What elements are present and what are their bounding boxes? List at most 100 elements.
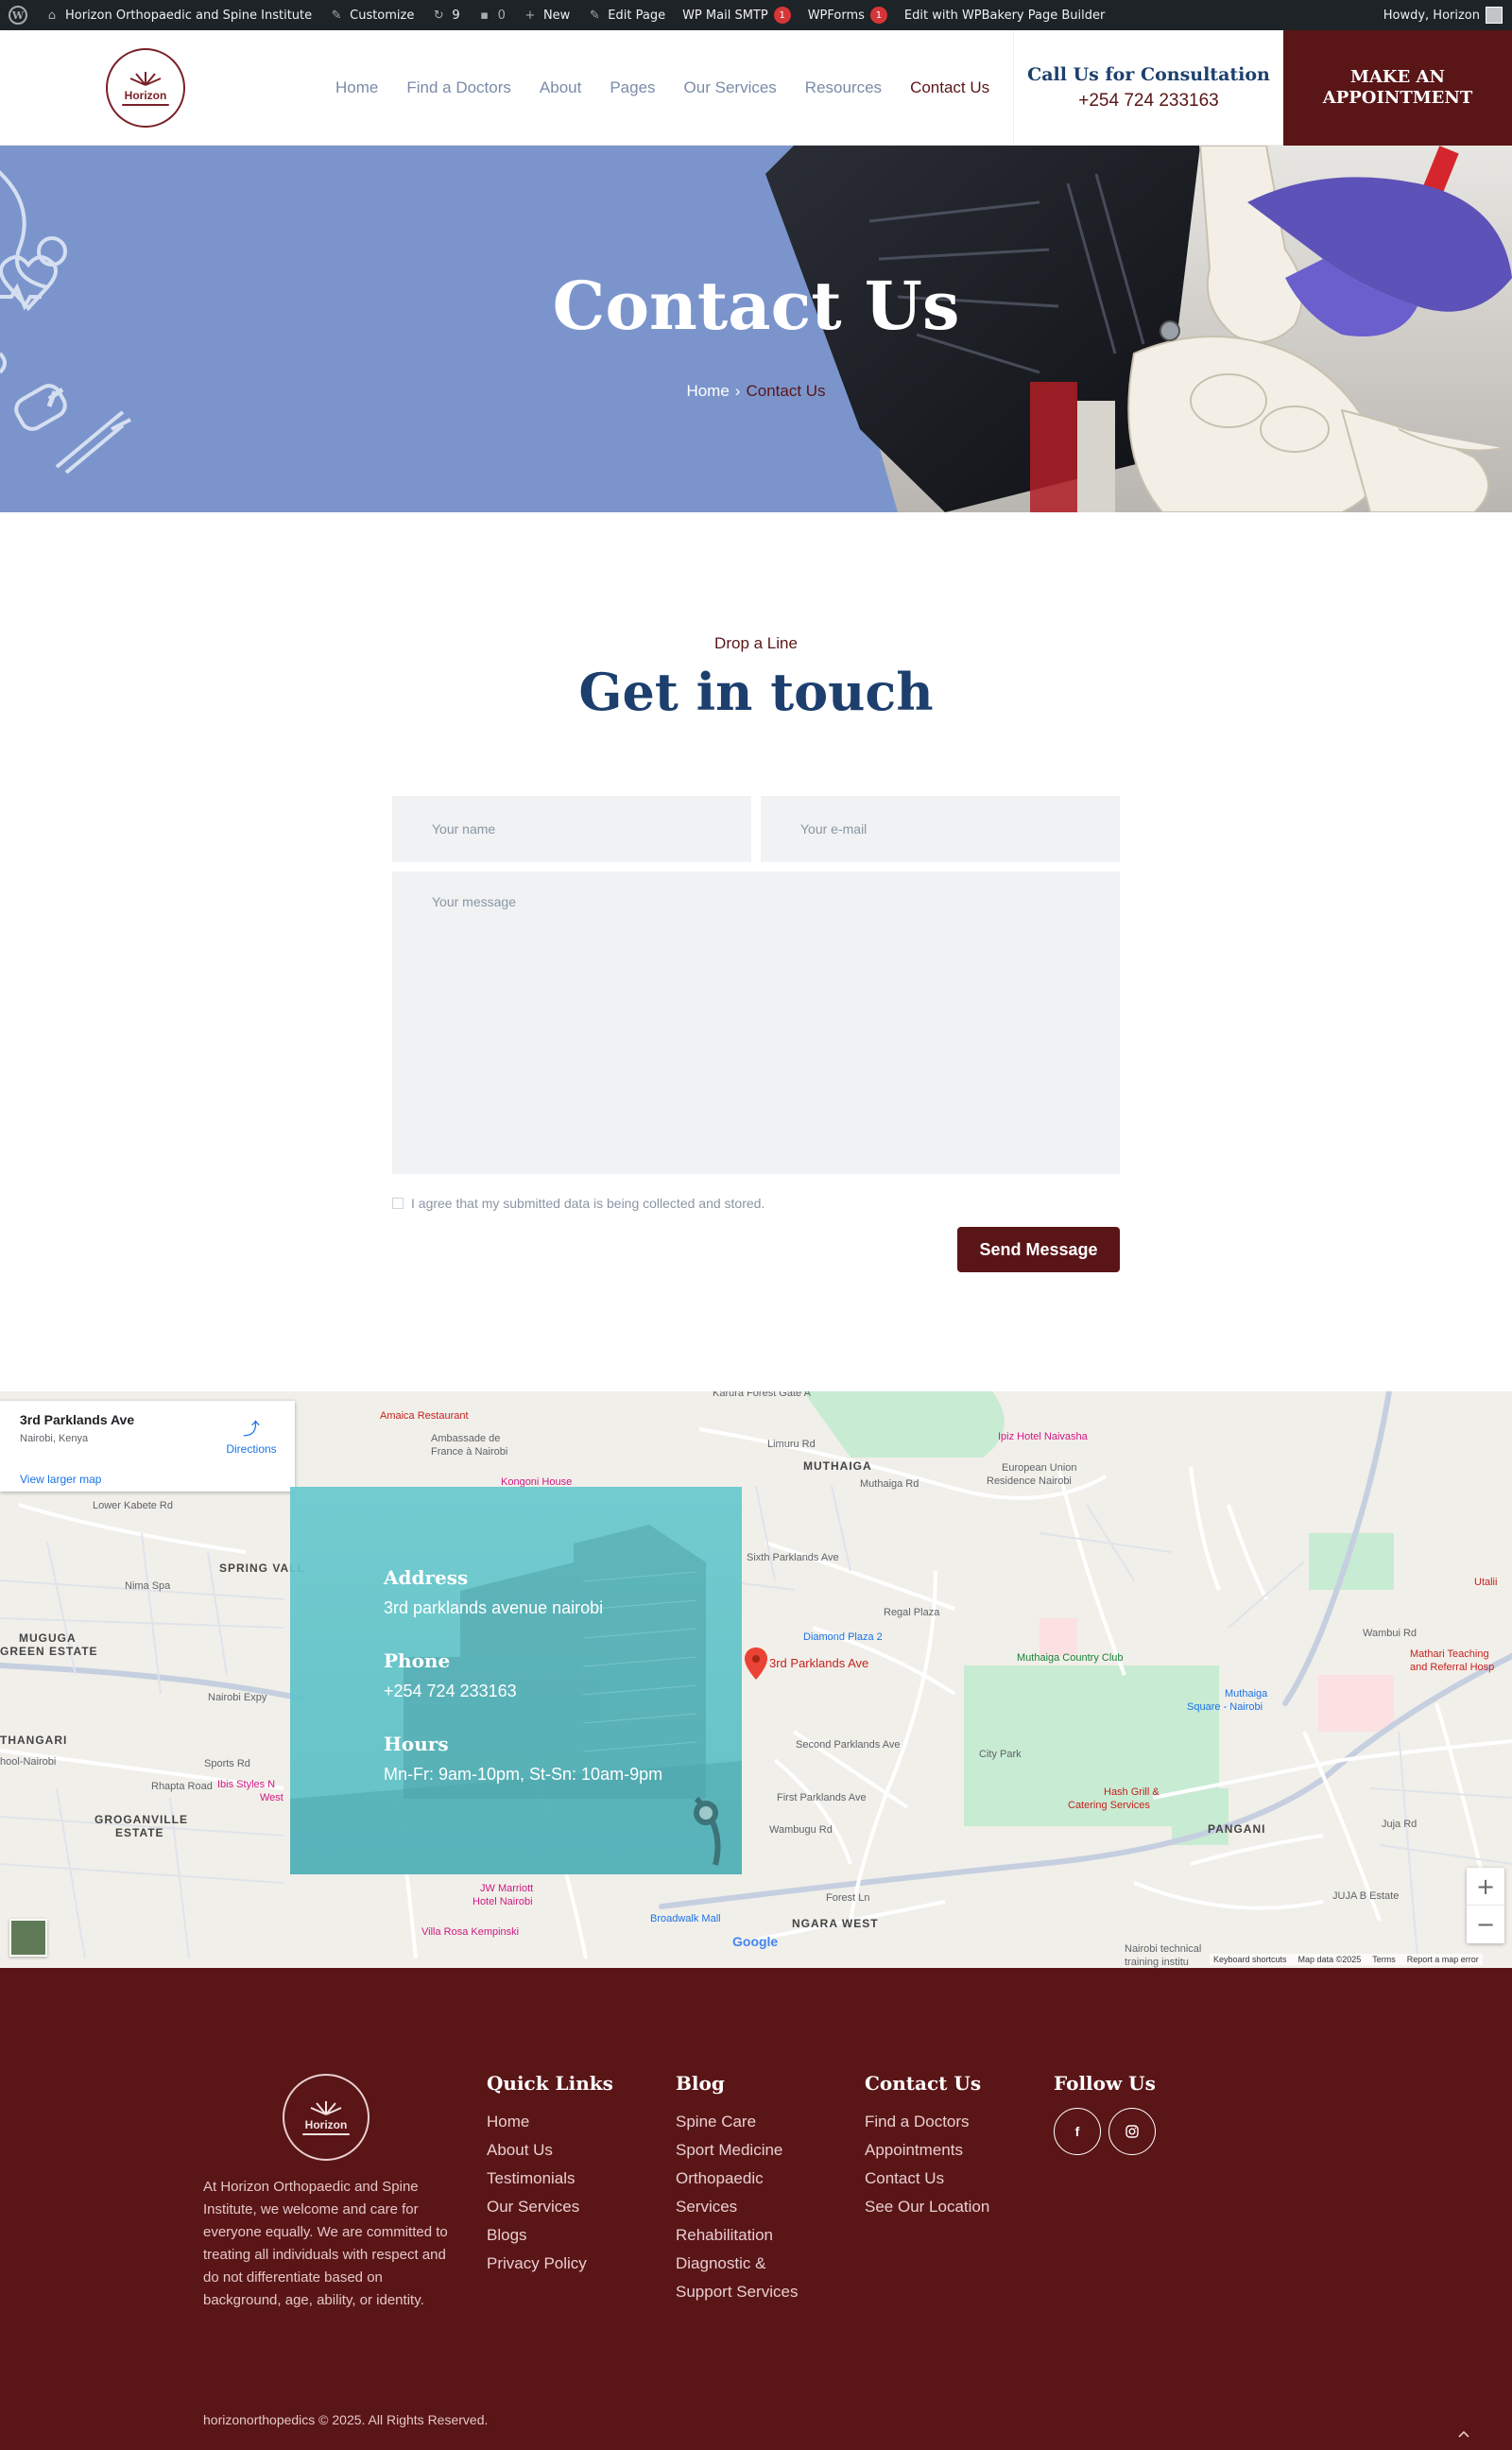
- contact-info-card: Address 3rd parklands avenue nairobi Pho…: [290, 1487, 742, 1874]
- send-message-button[interactable]: Send Message: [957, 1227, 1120, 1272]
- map-road-rhapta: Rhapta Road: [151, 1781, 213, 1792]
- page-hero: Contact Us Home › Contact Us: [0, 146, 1512, 512]
- consent-row: I agree that my submitted data is being …: [392, 1196, 765, 1211]
- zoom-in-button[interactable]: +: [1467, 1868, 1504, 1906]
- map-terms-link[interactable]: Terms: [1372, 1955, 1396, 1964]
- nav-pages[interactable]: Pages: [595, 78, 669, 97]
- name-input[interactable]: [392, 796, 751, 862]
- nav-resources[interactable]: Resources: [791, 78, 896, 97]
- hours-value: Mn-Fr: 9am-10pm, St-Sn: 10am-9pm: [384, 1765, 663, 1784]
- new-content-menu[interactable]: + New: [514, 0, 578, 30]
- message-textarea[interactable]: [392, 871, 1120, 1174]
- breadcrumb-current: Contact Us: [746, 382, 826, 400]
- map-area-thangari: THANGARI: [0, 1734, 68, 1747]
- footer-link-find-doctors[interactable]: Find a Doctors: [865, 2108, 989, 2136]
- footer-link-rehabilitation[interactable]: Rehabilitation: [676, 2221, 817, 2250]
- make-appointment-button[interactable]: MAKE AN APPOINTMENT: [1283, 30, 1512, 146]
- nav-home[interactable]: Home: [321, 78, 392, 97]
- zoom-out-button[interactable]: −: [1467, 1906, 1504, 1943]
- updates-link[interactable]: ↻ 9: [422, 0, 468, 30]
- customize-link[interactable]: ✎ Customize: [320, 0, 422, 30]
- footer-link-orthopaedic-services[interactable]: Orthopaedic Services: [676, 2165, 817, 2221]
- footer-link-testimonials[interactable]: Testimonials: [487, 2165, 613, 2193]
- social-links: f: [1054, 2108, 1156, 2155]
- breadcrumb-home[interactable]: Home: [686, 382, 729, 400]
- map-poi-diamond-plaza: Diamond Plaza 2: [803, 1631, 883, 1643]
- map-poi-muthaiga-square-1: Muthaiga: [1225, 1688, 1268, 1699]
- avatar: [1486, 7, 1503, 24]
- wpbakery-link[interactable]: Edit with WPBakery Page Builder: [896, 0, 1113, 30]
- contact-heading: Contact Us: [865, 2072, 982, 2095]
- site-header: Horizon Home Find a Doctors About Pages …: [0, 30, 1512, 146]
- copyright: horizonorthopedics © 2025. All Rights Re…: [203, 2412, 489, 2427]
- footer-link-sport-medicine[interactable]: Sport Medicine: [676, 2136, 817, 2165]
- facebook-icon[interactable]: f: [1054, 2108, 1101, 2155]
- smtp-menu[interactable]: WP Mail SMTP 1: [674, 0, 799, 30]
- map-poi-jw-marriott-1: JW Marriott: [480, 1883, 534, 1894]
- call-phone-link[interactable]: +254 724 233163: [1078, 91, 1218, 112]
- footer-link-about-us[interactable]: About Us: [487, 2136, 613, 2165]
- view-larger-map-link[interactable]: View larger map: [20, 1473, 101, 1486]
- howdy-label: Howdy, Horizon: [1383, 8, 1480, 23]
- nav-contact-us[interactable]: Contact Us: [896, 78, 1004, 97]
- footer-link-home[interactable]: Home: [487, 2108, 613, 2136]
- map-road-wambugu: Wambugu Rd: [769, 1824, 833, 1836]
- map-road-juja: Juja Rd: [1382, 1819, 1418, 1830]
- footer-link-location[interactable]: See Our Location: [865, 2193, 989, 2221]
- map-area-green-estate: GREEN ESTATE: [0, 1645, 98, 1658]
- report-map-error-link[interactable]: Report a map error: [1407, 1955, 1479, 1964]
- wp-logo-menu[interactable]: W: [0, 0, 36, 30]
- consent-checkbox[interactable]: [392, 1198, 404, 1209]
- new-label: New: [542, 8, 571, 23]
- wpforms-menu[interactable]: WPForms 1: [799, 0, 896, 30]
- map-poi-mathari-2: and Referral Hosp: [1410, 1662, 1495, 1673]
- comments-count: 0: [497, 8, 506, 23]
- footer-link-appointments[interactable]: Appointments: [865, 2136, 989, 2165]
- map-poi-regal-plaza: Regal Plaza: [884, 1607, 940, 1618]
- footer-link-blogs[interactable]: Blogs: [487, 2221, 613, 2250]
- footer-logo[interactable]: Horizon: [283, 2074, 369, 2161]
- wpforms-label: WPForms: [807, 8, 865, 23]
- account-menu[interactable]: Howdy, Horizon: [1383, 0, 1503, 30]
- map-area-groganville-2: ESTATE: [115, 1826, 164, 1839]
- call-box: Call Us for Consultation +254 724 233163: [1013, 30, 1283, 146]
- map-poi-ibis-1: Ibis Styles N: [217, 1779, 276, 1790]
- appointment-line-2: APPOINTMENT: [1322, 88, 1473, 108]
- directions-button[interactable]: ⤴ Directions: [223, 1420, 280, 1456]
- map-satellite-toggle[interactable]: [9, 1919, 47, 1957]
- footer-link-privacy[interactable]: Privacy Policy: [487, 2250, 613, 2278]
- footer-link-our-services[interactable]: Our Services: [487, 2193, 613, 2221]
- updates-icon: ↻: [433, 8, 444, 23]
- site-name-menu[interactable]: ⌂ Horizon Orthopaedic and Spine Institute: [36, 0, 320, 30]
- footer-link-diagnostic[interactable]: Diagnostic & Support Services: [676, 2250, 817, 2306]
- google-map[interactable]: 3rd Parklands Ave Nairobi, Kenya View la…: [0, 1391, 1512, 1968]
- nav-about[interactable]: About: [525, 78, 595, 97]
- edit-page-link[interactable]: ✎ Edit Page: [578, 0, 674, 30]
- email-input[interactable]: [761, 796, 1120, 862]
- keyboard-shortcuts-link[interactable]: Keyboard shortcuts: [1213, 1955, 1287, 1964]
- site-logo[interactable]: Horizon: [106, 48, 185, 128]
- directions-icon: ⤴: [243, 1420, 260, 1439]
- logo-underline: [122, 104, 169, 106]
- footer-link-contact-us[interactable]: Contact Us: [865, 2165, 989, 2193]
- map-poi-ambassade-2: France à Nairobi: [431, 1446, 508, 1458]
- nav-find-doctors[interactable]: Find a Doctors: [392, 78, 525, 97]
- map-road-forest: Forest Ln: [826, 1892, 870, 1904]
- map-road-second-parklands: Second Parklands Ave: [796, 1739, 901, 1751]
- comments-link[interactable]: ▪ 0: [469, 0, 514, 30]
- map-place-title: 3rd Parklands Ave: [20, 1412, 135, 1427]
- section-eyebrow: Drop a Line: [714, 634, 798, 652]
- nav-our-services[interactable]: Our Services: [670, 78, 791, 97]
- back-to-top-chevron-icon[interactable]: [1457, 2427, 1470, 2442]
- instagram-icon[interactable]: [1108, 2108, 1156, 2155]
- footer-link-spine-care[interactable]: Spine Care: [676, 2108, 817, 2136]
- footer-logo-underline: [302, 2133, 350, 2135]
- footer-blog-links: Blog Spine Care Sport Medicine Orthopaed…: [676, 2072, 817, 2306]
- breadcrumb: Home › Contact Us: [0, 382, 1512, 401]
- logo-text: Horizon: [124, 89, 167, 102]
- map-poi-school: hool-Nairobi: [0, 1756, 57, 1768]
- phone-label: Phone: [384, 1649, 451, 1672]
- quick-links-heading: Quick Links: [487, 2072, 613, 2095]
- map-area-muthaiga: MUTHAIGA: [803, 1459, 872, 1473]
- home-icon: ⌂: [47, 8, 57, 23]
